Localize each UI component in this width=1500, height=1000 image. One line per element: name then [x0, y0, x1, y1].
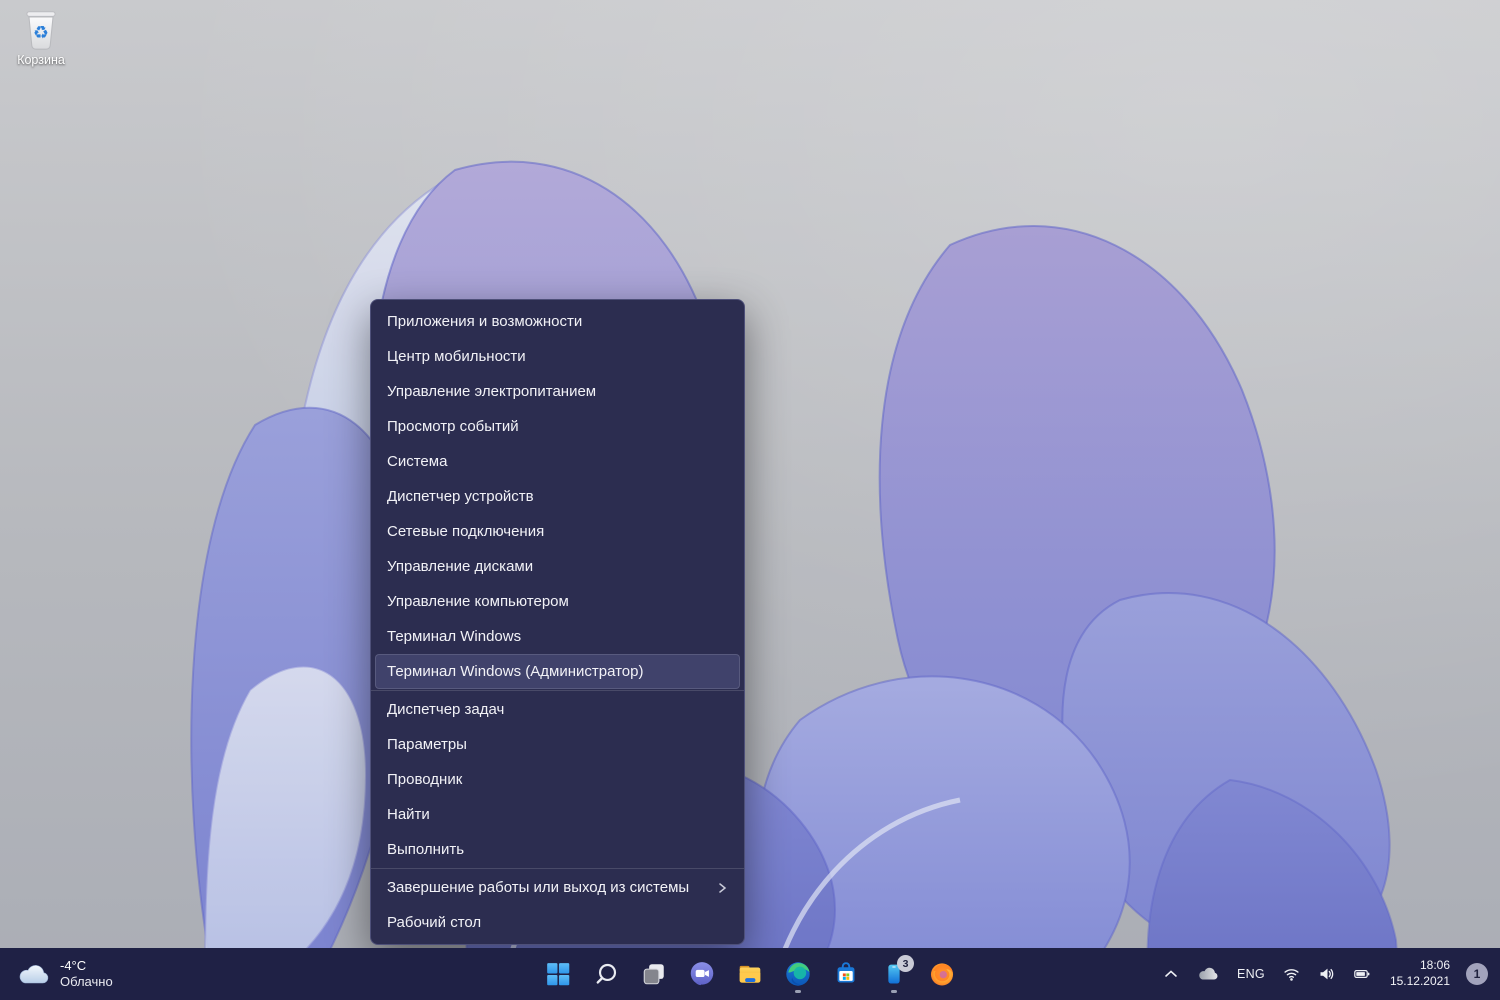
menu-item-label: Рабочий стол [387, 914, 481, 931]
menu-item-label: Выполнить [387, 841, 464, 858]
windows-start-icon [545, 961, 571, 987]
menu-item-disk-management[interactable]: Управление дисками [375, 549, 740, 584]
menu-item-label: Управление дисками [387, 558, 533, 575]
task-view-button[interactable] [634, 954, 674, 994]
system-tray: ENG [1160, 948, 1500, 1000]
menu-item-label: Терминал Windows [387, 628, 521, 645]
firefox-button[interactable] [922, 954, 962, 994]
wallpaper-bloom [0, 0, 1500, 1000]
running-indicator [795, 990, 801, 993]
volume-button[interactable] [1315, 956, 1338, 992]
menu-item-label: Проводник [387, 771, 462, 788]
phone-notification-badge: 3 [897, 955, 914, 972]
menu-item-label: Просмотр событий [387, 418, 519, 435]
file-explorer-button[interactable] [730, 954, 770, 994]
language-label: ENG [1237, 967, 1265, 981]
menu-item-mobility-center[interactable]: Центр мобильности [375, 339, 740, 374]
menu-item-search[interactable]: Найти [375, 797, 740, 832]
taskbar: -4°C Облачно [0, 948, 1500, 1000]
menu-item-network-connections[interactable]: Сетевые подключения [375, 514, 740, 549]
clock-time: 18:06 [1420, 958, 1450, 974]
volume-icon [1318, 966, 1335, 982]
battery-icon [1353, 966, 1371, 982]
menu-item-label: Диспетчер устройств [387, 488, 534, 505]
folder-icon [737, 961, 763, 987]
winx-context-menu: Приложения и возможности Центр мобильност… [370, 299, 745, 945]
menu-item-power-options[interactable]: Управление электропитанием [375, 374, 740, 409]
menu-item-system[interactable]: Система [375, 444, 740, 479]
menu-item-desktop[interactable]: Рабочий стол [375, 905, 740, 940]
taskbar-app-buttons: 3 [538, 948, 962, 1000]
search-button[interactable] [586, 954, 626, 994]
menu-item-label: Управление компьютером [387, 593, 569, 610]
wifi-button[interactable] [1280, 956, 1303, 992]
menu-item-label: Завершение работы или выход из системы [387, 879, 689, 896]
recycle-bin-icon: ♻ [18, 6, 64, 52]
menu-item-label: Диспетчер задач [387, 701, 504, 718]
menu-item-device-manager[interactable]: Диспетчер устройств [375, 479, 740, 514]
menu-item-windows-terminal[interactable]: Терминал Windows [375, 619, 740, 654]
running-indicator [891, 990, 897, 993]
menu-item-label: Приложения и возможности [387, 313, 582, 330]
menu-item-run[interactable]: Выполнить [375, 832, 740, 867]
your-phone-button[interactable]: 3 [874, 954, 914, 994]
store-button[interactable] [826, 954, 866, 994]
menu-item-event-viewer[interactable]: Просмотр событий [375, 409, 740, 444]
desktop: ♻ Корзина Приложения и возможности Центр … [0, 0, 1500, 1000]
microsoft-store-icon [833, 961, 859, 987]
menu-item-settings[interactable]: Параметры [375, 727, 740, 762]
start-button[interactable] [538, 954, 578, 994]
submenu-chevron-icon [716, 882, 728, 894]
chat-button[interactable] [682, 954, 722, 994]
menu-item-label: Найти [387, 806, 430, 823]
svg-text:♻: ♻ [33, 23, 49, 43]
menu-item-task-manager[interactable]: Диспетчер задач [375, 692, 740, 727]
clock[interactable]: 18:06 15.12.2021 [1390, 958, 1450, 989]
menu-separator [371, 690, 744, 691]
recycle-bin-shortcut[interactable]: ♻ Корзина [10, 6, 72, 67]
menu-separator [371, 868, 744, 869]
task-view-icon [641, 961, 667, 987]
menu-item-apps-and-features[interactable]: Приложения и возможности [375, 304, 740, 339]
chevron-up-icon [1163, 966, 1179, 982]
menu-item-label: Центр мобильности [387, 348, 526, 365]
menu-item-label: Управление электропитанием [387, 383, 596, 400]
weather-widget[interactable]: -4°C Облачно [0, 948, 129, 1000]
menu-item-windows-terminal-admin[interactable]: Терминал Windows (Администратор) [375, 654, 740, 689]
menu-item-file-explorer[interactable]: Проводник [375, 762, 740, 797]
hidden-icons-button[interactable] [1160, 956, 1182, 992]
weather-temperature: -4°C [60, 958, 113, 974]
wifi-icon [1283, 966, 1300, 982]
notification-count-badge[interactable]: 1 [1466, 963, 1488, 985]
menu-item-computer-management[interactable]: Управление компьютером [375, 584, 740, 619]
firefox-icon [929, 961, 955, 987]
cloud-icon [16, 961, 50, 987]
search-icon [593, 961, 619, 987]
recycle-bin-label: Корзина [17, 53, 65, 67]
menu-item-shutdown-or-signout[interactable]: Завершение работы или выход из системы [375, 870, 740, 905]
onedrive-button[interactable] [1194, 956, 1222, 992]
language-indicator[interactable]: ENG [1234, 956, 1268, 992]
menu-item-label: Система [387, 453, 447, 470]
clock-date: 15.12.2021 [1390, 974, 1450, 990]
edge-icon [785, 961, 811, 987]
edge-button[interactable] [778, 954, 818, 994]
onedrive-cloud-icon [1197, 966, 1219, 982]
menu-item-label: Терминал Windows (Администратор) [387, 663, 643, 680]
teams-chat-icon [689, 961, 715, 987]
menu-item-label: Параметры [387, 736, 467, 753]
battery-button[interactable] [1350, 956, 1374, 992]
weather-condition: Облачно [60, 974, 113, 990]
menu-item-label: Сетевые подключения [387, 523, 544, 540]
